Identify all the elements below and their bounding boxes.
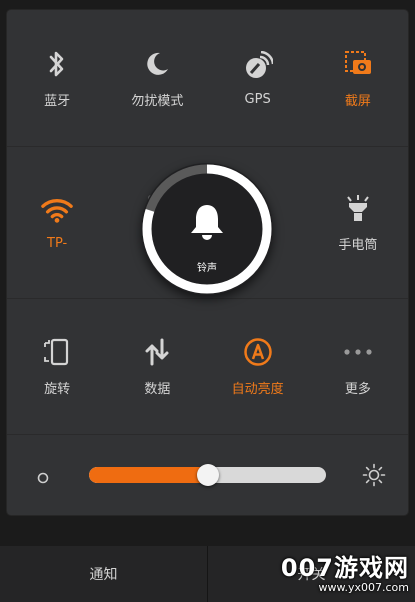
toggle-row-1: 蓝牙 勿扰模式 GPS 截屏 [7, 10, 408, 146]
ringtone-label: 铃声 [197, 263, 217, 274]
gps-icon [242, 50, 274, 82]
toggle-label: 勿扰模式 [131, 93, 184, 109]
rotate-icon [41, 336, 73, 368]
toggle-label: 蓝牙 [44, 93, 71, 109]
brightness-slider-fill [89, 467, 208, 483]
flashlight-icon [342, 192, 374, 224]
toggle-mobile-data[interactable]: 数据 [107, 299, 207, 434]
wifi-icon [41, 194, 73, 226]
watermark: 007游戏网 www.yx007.com [281, 548, 409, 594]
toggle-rotate[interactable]: 旋转 [7, 299, 107, 434]
toggle-label: TP- [47, 236, 68, 251]
toggle-label: 更多 [344, 382, 371, 397]
data-icon [141, 336, 173, 368]
screenshot-icon [342, 48, 374, 80]
toggle-label: 手电筒 [338, 238, 378, 253]
toggle-gps[interactable]: GPS [208, 10, 308, 146]
toggle-label: 截屏 [344, 93, 371, 109]
brightness-slider-thumb[interactable] [196, 464, 219, 486]
more-icon [342, 336, 374, 368]
brightness-low-icon [37, 469, 49, 484]
toggle-auto-brightness[interactable]: 自动亮度 [208, 299, 308, 434]
toggle-label: 自动亮度 [231, 382, 284, 397]
watermark-logo: 007游戏网 [280, 554, 409, 582]
tab-notifications[interactable]: 通知 [0, 546, 207, 602]
toggle-label: GPS [244, 91, 271, 107]
ringtone-volume-overlay[interactable]: 铃声 [141, 163, 273, 295]
toggle-more[interactable]: 更多 [308, 299, 408, 434]
toggle-screenshot[interactable]: 截屏 [308, 10, 408, 146]
brightness-slider-row [7, 435, 408, 515]
auto-brightness-icon [242, 336, 274, 368]
toggle-label: 数据 [144, 382, 171, 397]
bell-icon [189, 203, 225, 243]
toggle-flashlight[interactable]: 手电筒 [308, 147, 408, 298]
bluetooth-icon [41, 48, 73, 80]
toggle-do-not-disturb[interactable]: 勿扰模式 [107, 10, 207, 146]
moon-icon [141, 48, 173, 80]
toggle-label: 旋转 [44, 382, 71, 397]
toggle-wifi[interactable]: TP- [7, 147, 107, 298]
toggle-bluetooth[interactable]: 蓝牙 [7, 10, 107, 146]
brightness-high-icon [362, 463, 386, 487]
toggle-row-3: 旋转 数据 自动亮度 更多 [7, 299, 408, 434]
